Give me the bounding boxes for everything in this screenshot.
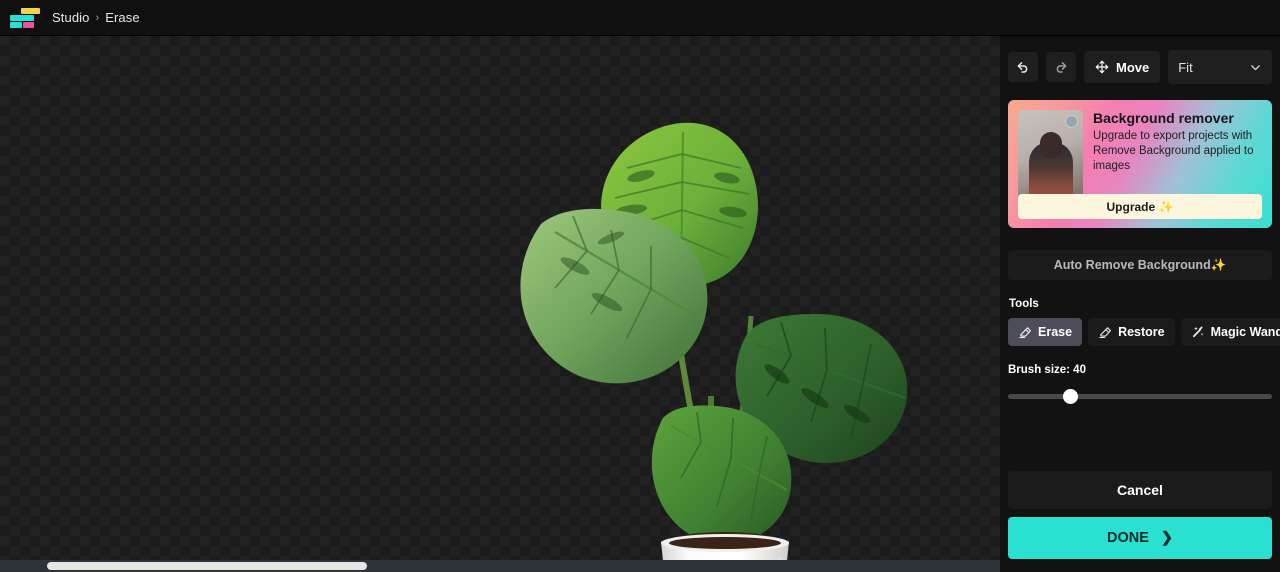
- tool-button-erase-label: Erase: [1038, 325, 1073, 339]
- tool-button-restore-label: Restore: [1118, 325, 1165, 339]
- top-bar: Studio › Erase: [0, 0, 1280, 36]
- promo-thumbnail-badge-icon: [1065, 115, 1078, 128]
- panel-footer: Cancel DONE ❯: [1008, 471, 1272, 559]
- tool-button-magic-wand-label: Magic Wand: [1210, 325, 1280, 339]
- canvas-horizontal-scrollbar[interactable]: [0, 560, 1000, 572]
- promo-thumbnail-head: [1039, 132, 1062, 158]
- logo-bar-cyan-bottom: [10, 21, 22, 28]
- redo-icon: [1056, 62, 1067, 73]
- undo-button[interactable]: [1008, 52, 1038, 82]
- breadcrumb: Studio › Erase: [52, 10, 140, 25]
- zoom-level-value: Fit: [1178, 59, 1193, 75]
- plant-image: [515, 106, 935, 572]
- move-button-label: Move: [1116, 59, 1150, 75]
- promo-title: Background remover: [1093, 110, 1234, 126]
- breadcrumb-current: Erase: [105, 10, 140, 25]
- brush-slider-knob[interactable]: [1063, 389, 1079, 404]
- logo-bar-cyan-top: [10, 14, 34, 21]
- upgrade-button[interactable]: Upgrade ✨: [1018, 194, 1262, 219]
- breadcrumb-separator-icon: ›: [95, 11, 100, 24]
- zoom-level-select[interactable]: Fit: [1168, 50, 1272, 84]
- cancel-button[interactable]: Cancel: [1008, 471, 1272, 509]
- redo-button[interactable]: [1046, 52, 1076, 82]
- move-button[interactable]: Move: [1084, 51, 1161, 83]
- background-remover-promo-card: Background remover Upgrade to export pro…: [1008, 100, 1272, 228]
- tool-button-magic-wand[interactable]: Magic Wand: [1180, 318, 1280, 346]
- logo-bar-pink: [23, 21, 34, 28]
- tools-section-label: Tools: [1009, 298, 1039, 310]
- move-arrows-icon: [1095, 60, 1109, 74]
- brush-size-label: Brush size: 40: [1008, 364, 1086, 376]
- chevron-down-icon: [1251, 64, 1260, 70]
- brush-slider-track[interactable]: [1008, 394, 1272, 399]
- right-panel: Move Fit Background remover Upgrade to e…: [1000, 36, 1280, 572]
- brush-size-slider[interactable]: [1008, 388, 1272, 404]
- scrollbar-thumb[interactable]: [47, 562, 367, 570]
- app-logo-icon[interactable]: [10, 7, 40, 29]
- logo-bar-yellow: [21, 7, 40, 14]
- done-button[interactable]: DONE ❯: [1008, 517, 1272, 559]
- canvas-toolbar: Move Fit: [1008, 50, 1272, 84]
- tool-button-erase[interactable]: Erase: [1008, 318, 1083, 346]
- chevron-right-icon: ❯: [1160, 530, 1174, 546]
- auto-remove-background-button[interactable]: Auto Remove Background✨: [1008, 250, 1272, 280]
- eraser-icon: [1019, 327, 1031, 338]
- tool-buttons-row: Erase Restore Magic Wand: [1008, 318, 1280, 346]
- monstera-plant-graphic: [520, 122, 908, 572]
- tool-button-restore[interactable]: Restore: [1088, 318, 1175, 346]
- promo-description: Upgrade to export projects with Remove B…: [1093, 130, 1254, 173]
- restore-eraser-icon: [1099, 327, 1112, 338]
- magic-wand-icon: [1192, 326, 1203, 338]
- undo-icon: [1017, 62, 1028, 73]
- breadcrumb-root[interactable]: Studio: [52, 10, 89, 25]
- image-canvas[interactable]: [0, 36, 1000, 572]
- done-button-label: DONE: [1106, 530, 1149, 546]
